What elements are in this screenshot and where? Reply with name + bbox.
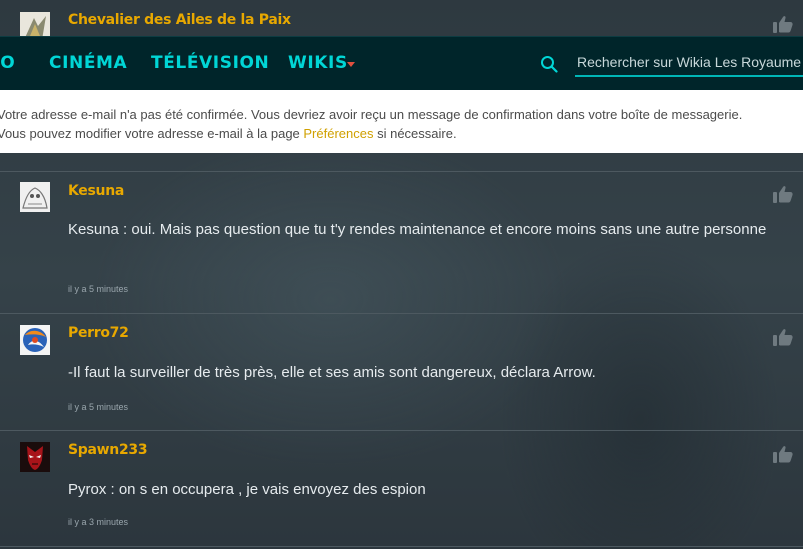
comment-item: Spawn233 Pyrox : on s en occupera , je v… (0, 431, 803, 549)
preferences-link[interactable]: Préférences (303, 126, 373, 141)
comment-timestamp[interactable]: il y a 3 minutes (68, 517, 128, 527)
notice-text: Vous pouvez modifier votre adresse e-mai… (0, 126, 304, 141)
avatar[interactable] (20, 325, 50, 355)
avatar[interactable] (20, 182, 50, 212)
chevron-down-icon[interactable] (347, 62, 355, 67)
like-icon[interactable] (773, 15, 793, 33)
comment-timestamp[interactable]: il y a 5 minutes (68, 402, 128, 412)
like-icon[interactable] (773, 445, 793, 463)
global-navigation: ÉO CINÉMA TÉLÉVISION WIKIS (0, 36, 803, 90)
search-input[interactable] (575, 49, 803, 77)
comment-item: Kesuna Kesuna : oui. Mais pas question q… (0, 172, 803, 312)
comment-text: Kesuna : oui. Mais pas question que tu t… (68, 221, 767, 238)
notice-text: si nécessaire. (373, 126, 457, 141)
comment-timestamp[interactable]: il y a 5 minutes (68, 284, 128, 294)
comment-username[interactable]: Chevalier des Ailes de la Paix (68, 12, 291, 28)
comment-username[interactable]: Spawn233 (68, 442, 148, 458)
top-comment: Chevalier des Ailes de la Paix (0, 0, 803, 42)
comment-username[interactable]: Kesuna (68, 183, 124, 199)
nav-item-wikis[interactable]: WIKIS (288, 53, 348, 73)
nav-item-cinema[interactable]: CINÉMA (49, 53, 127, 73)
nav-item-television[interactable]: TÉLÉVISION (151, 53, 269, 73)
avatar[interactable] (20, 442, 50, 472)
notice-message: Votre adresse e-mail n'a pas été confirm… (0, 107, 743, 122)
comment-username[interactable]: Perro72 (68, 325, 129, 341)
notice-message-2: Vous pouvez modifier votre adresse e-mai… (0, 124, 800, 143)
comment-item: Perro72 -Il faut la surveiller de très p… (0, 314, 803, 429)
like-icon[interactable] (773, 328, 793, 346)
search-icon[interactable] (540, 55, 558, 73)
like-icon[interactable] (773, 185, 793, 203)
comment-text: Pyrox : on s en occupera , je vais envoy… (68, 481, 426, 498)
comment-text: -Il faut la surveiller de très près, ell… (68, 364, 596, 381)
divider (0, 546, 803, 547)
email-confirmation-notice: Votre adresse e-mail n'a pas été confirm… (0, 90, 803, 153)
nav-item-video[interactable]: ÉO (0, 53, 15, 73)
